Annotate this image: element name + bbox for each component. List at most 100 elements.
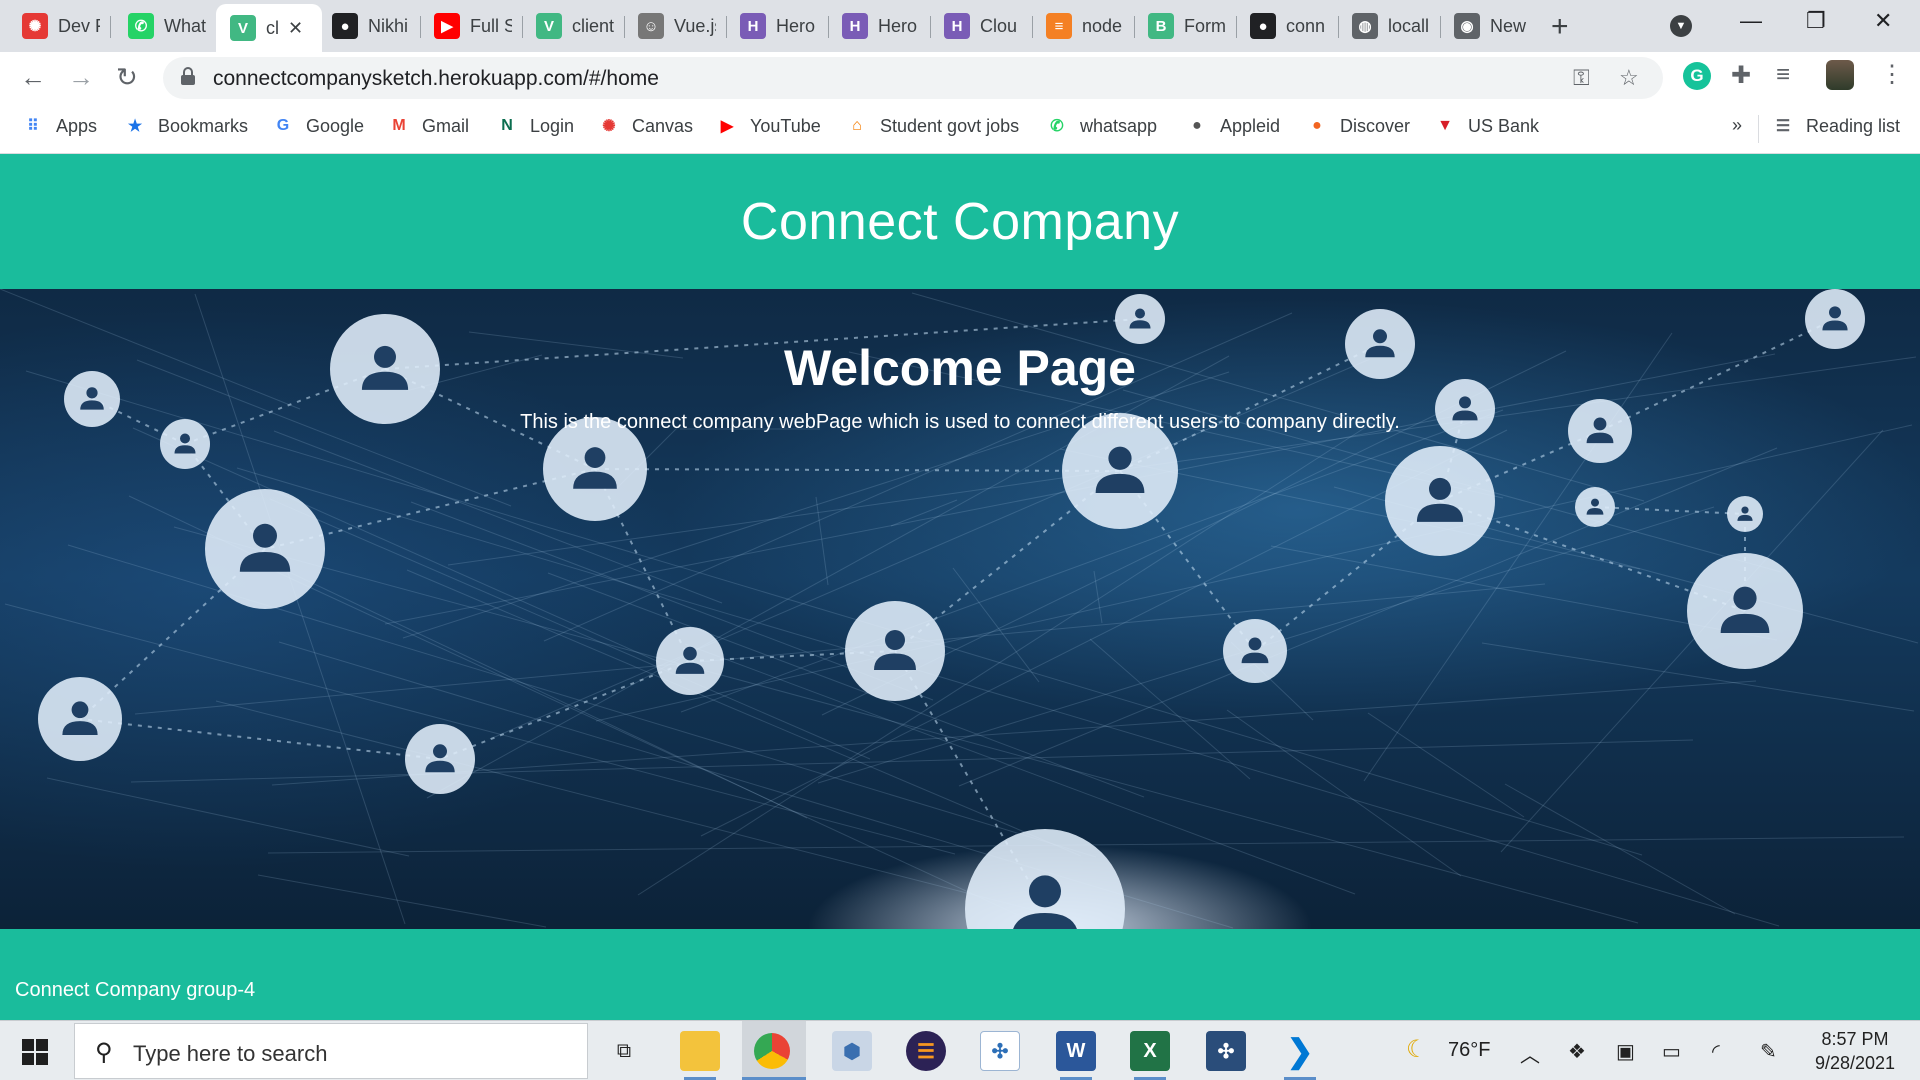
bookmark-item[interactable]: M Gmail <box>388 115 469 137</box>
taskbar-search-box[interactable]: ⚲ Type here to search <box>74 1023 588 1079</box>
weather-temperature[interactable]: 76°F <box>1448 1039 1490 1062</box>
chrome-taskbar-icon[interactable] <box>754 1033 790 1069</box>
bookmark-item[interactable]: ⌂ Student govt jobs <box>846 115 1019 137</box>
word-icon[interactable]: W <box>1056 1031 1096 1071</box>
task-view-icon[interactable]: ⧉ <box>604 1031 644 1071</box>
back-arrow-icon[interactable]: ← <box>20 62 46 93</box>
battery-icon[interactable]: ▭ <box>1662 1039 1681 1064</box>
profile-avatar[interactable] <box>1826 60 1854 90</box>
show-hidden-icons-chevron-icon[interactable]: ︿ <box>1520 1039 1540 1068</box>
bookmark-item[interactable]: ✺ Canvas <box>598 115 693 137</box>
vue-icon: V <box>536 13 562 39</box>
browser-tab[interactable]: H Clou <box>930 6 1030 46</box>
forward-arrow-icon[interactable]: → <box>68 62 94 93</box>
usbank-icon: ▼ <box>1437 117 1453 134</box>
moon-weather-icon[interactable]: ☾ <box>1406 1035 1428 1064</box>
bookmarks-bar: » ☰ Reading list ⠿ Apps ★ Bookmarks G Google M… <box>0 105 1920 154</box>
tab-title: client <box>572 15 614 36</box>
menu-kebab-icon[interactable]: ⋮ <box>1880 60 1904 89</box>
bookmark-item[interactable]: ⠿ Apps <box>22 115 97 137</box>
browser-tab[interactable]: ▶ Full S <box>420 6 520 46</box>
browser-tab[interactable]: H Hero <box>726 6 826 46</box>
tab-title: Dev F <box>58 15 100 36</box>
tab-title: Clou <box>980 15 1018 36</box>
meet-now-icon[interactable]: ▣ <box>1616 1039 1635 1064</box>
windows-start-icon[interactable] <box>22 1039 48 1065</box>
url-text[interactable]: connectcompanysketch.herokuapp.com/#/hom… <box>213 67 659 91</box>
clock-time: 8:57 PM <box>1821 1029 1889 1049</box>
lock-icon[interactable] <box>181 67 195 85</box>
bookmark-item[interactable]: ● Appleid <box>1186 115 1280 137</box>
site-footer: Connect Company group-4 <box>0 929 1920 1020</box>
vscode-icon[interactable]: ❯ <box>1280 1031 1320 1071</box>
site-header: Connect Company <box>0 154 1920 289</box>
chrome-icon: ◉ <box>1454 13 1480 39</box>
bookmark-label: Gmail <box>422 115 470 136</box>
dropbox-icon[interactable]: ❖ <box>1568 1039 1586 1064</box>
browser-tab[interactable]: ● Nikhi <box>318 6 418 46</box>
tab-search-icon[interactable]: ▼ <box>1670 15 1692 37</box>
whatsapp-icon: ✆ <box>1050 118 1064 135</box>
bookmark-label: Bookmarks <box>158 115 249 136</box>
browser-tab[interactable]: ◍ locall <box>1338 6 1438 46</box>
excel-icon[interactable]: X <box>1130 1031 1170 1071</box>
wifi-icon[interactable]: ◜ <box>1712 1039 1720 1064</box>
bookmark-item[interactable]: ✆ whatsapp <box>1046 115 1157 137</box>
sketch-3d-icon[interactable]: ⬢ <box>832 1031 872 1071</box>
bookmark-label: Student govt jobs <box>880 115 1020 136</box>
address-bar[interactable]: connectcompanysketch.herokuapp.com/#/hom… <box>163 57 1663 99</box>
github-icon: ● <box>332 13 358 39</box>
file-explorer-icon[interactable] <box>680 1031 720 1071</box>
tab-title: Full S <box>470 15 512 36</box>
grammarly-icon[interactable]: G <box>1683 62 1711 90</box>
tab-title: What <box>164 15 206 36</box>
bookmark-item[interactable]: ● Discover <box>1306 115 1410 137</box>
bookmark-item[interactable]: ▶ YouTube <box>716 115 821 137</box>
browser-tab[interactable]: ◉ New <box>1440 6 1540 46</box>
pen-icon[interactable]: ✎ <box>1760 1039 1777 1064</box>
browser-tab[interactable]: B Form <box>1134 6 1234 46</box>
tab-title: locall <box>1388 15 1430 36</box>
bookmark-label: Discover <box>1340 115 1411 136</box>
browser-tab[interactable]: ☺ Vue.js <box>624 6 724 46</box>
minimize-icon[interactable]: — <box>1740 8 1762 34</box>
bookmark-item[interactable]: ★ Bookmarks <box>124 115 248 137</box>
more-bookmarks-button[interactable]: » <box>1732 115 1742 136</box>
reading-list-icon: ☰ <box>1775 118 1791 135</box>
bookmark-item[interactable]: G Google <box>272 115 364 137</box>
browser-tab[interactable]: ✆ What <box>114 6 214 46</box>
restore-icon[interactable]: ❐ <box>1806 8 1826 34</box>
close-tab-icon[interactable]: ✕ <box>288 18 303 39</box>
youtube-icon: ▶ <box>434 13 460 39</box>
reload-icon[interactable]: ↻ <box>116 62 138 93</box>
bookmark-item[interactable]: ▼ US Bank <box>1434 115 1539 137</box>
tab-title: conn <box>1286 15 1326 36</box>
tab-title: node <box>1082 15 1123 36</box>
new-tab-button[interactable]: + <box>1551 10 1569 44</box>
browser-tab-strip: + ▼ — ❐ ✕ ✺ Dev F ✆ What Vcl ✕ ● Nikhi ▶ Full S Vc… <box>0 0 1920 52</box>
snipping-tool-icon[interactable]: ✣ <box>980 1031 1020 1071</box>
bookmark-star-icon[interactable]: ☆ <box>1619 65 1639 91</box>
eclipse-icon[interactable]: ☰ <box>906 1031 946 1071</box>
taskbar-clock[interactable]: 8:57 PM 9/28/2021 <box>1800 1027 1910 1075</box>
bookmark-label: Apps <box>56 115 98 136</box>
heroku-icon: H <box>842 13 868 39</box>
browser-tab[interactable]: H Hero <box>828 6 928 46</box>
media-control-icon[interactable]: ≡ <box>1776 61 1790 89</box>
close-window-icon[interactable]: ✕ <box>1874 8 1892 34</box>
browser-tab[interactable]: Vclient <box>522 6 622 46</box>
reading-list-button[interactable]: ☰ Reading list <box>1772 115 1900 137</box>
app-grid-icon[interactable]: ✣ <box>1206 1031 1246 1071</box>
govt-jobs-icon: ⌂ <box>852 117 862 134</box>
canvas-icon: ✺ <box>22 13 48 39</box>
heroku-icon: H <box>740 13 766 39</box>
browser-tab[interactable]: Vcl ✕ <box>216 4 322 52</box>
extensions-puzzle-icon[interactable]: ✚ <box>1731 61 1751 90</box>
bookmark-item[interactable]: N Login <box>496 115 574 137</box>
browser-tab[interactable]: ● conn <box>1236 6 1336 46</box>
browser-tab[interactable]: ≡ node <box>1032 6 1132 46</box>
key-icon[interactable]: ⚿ <box>1573 65 1590 91</box>
browser-tab[interactable]: ✺ Dev F <box>8 6 108 46</box>
clock-date: 9/28/2021 <box>1814 1053 1896 1073</box>
bookmark-label: Google <box>306 115 365 136</box>
